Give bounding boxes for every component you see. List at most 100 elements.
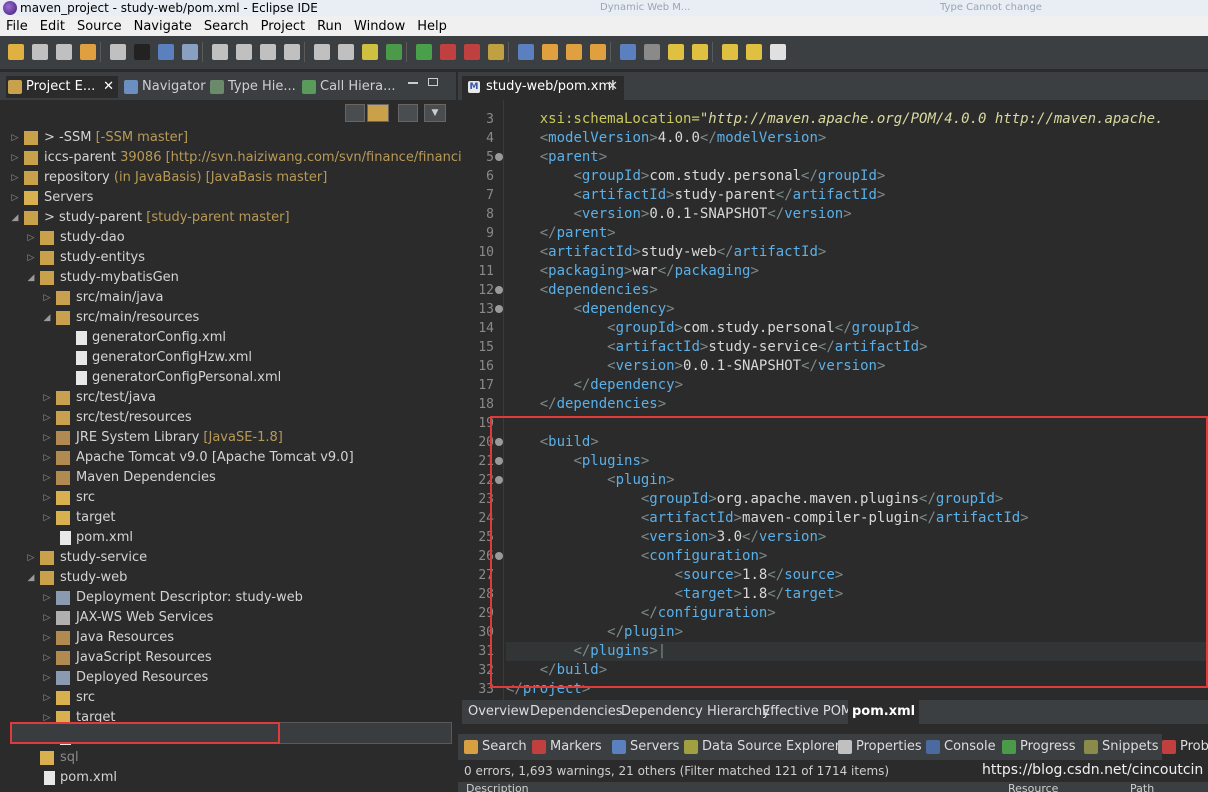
toolbar-button-26-icon[interactable] — [644, 44, 660, 60]
toolbar-button-22-icon[interactable] — [542, 44, 558, 60]
collapse-arrow-icon[interactable]: ◢ — [26, 268, 36, 288]
expand-arrow-icon[interactable]: ▷ — [42, 408, 52, 428]
tab-data-source-explorer[interactable]: Data Source Explorer — [684, 734, 840, 760]
toolbar-button-16-icon[interactable] — [386, 44, 402, 60]
tree-item[interactable]: ▷ src/test/java — [0, 388, 456, 408]
expand-arrow-icon[interactable]: ▷ — [42, 448, 52, 468]
fold-toggle-icon[interactable] — [495, 286, 503, 294]
tab-snippets[interactable]: Snippets — [1084, 734, 1158, 760]
expand-arrow-icon[interactable]: ▷ — [42, 628, 52, 648]
tree-item[interactable]: ▷ src — [0, 688, 456, 708]
menu-source[interactable]: Source — [71, 16, 128, 36]
toolbar-button-17-icon[interactable] — [416, 44, 432, 60]
expand-arrow-icon[interactable]: ▷ — [10, 128, 20, 148]
toolbar-button-20-icon[interactable] — [488, 44, 504, 60]
toolbar-button-9-icon[interactable] — [212, 44, 228, 60]
menu-edit[interactable]: Edit — [34, 16, 71, 36]
menu-search[interactable]: Search — [198, 16, 255, 36]
tree-item[interactable]: ▷ > -SSM [-SSM master] — [0, 128, 456, 148]
toolbar-button-8-icon[interactable] — [182, 44, 198, 60]
fold-toggle-icon[interactable] — [495, 305, 503, 313]
tab-dependency-hierarchy[interactable]: Dependency Hierarchy — [621, 700, 770, 724]
toolbar-button-27-icon[interactable] — [668, 44, 684, 60]
minimize-icon[interactable] — [408, 82, 418, 84]
toolbar-button-2-icon[interactable] — [32, 44, 48, 60]
tree-item[interactable]: ▷ Servers — [0, 188, 456, 208]
tab-problems[interactable]: Prob — [1162, 734, 1208, 760]
tree-item[interactable]: ▷ target — [0, 508, 456, 528]
tree-item[interactable]: pom.xml — [0, 768, 456, 788]
toolbar-button-7-icon[interactable] — [158, 44, 174, 60]
toolbar-button-24-icon[interactable] — [590, 44, 606, 60]
expand-arrow-icon[interactable]: ▷ — [42, 688, 52, 708]
tree-item[interactable]: ▷ JRE System Library [JavaSE-1.8] — [0, 428, 456, 448]
tab-navigator[interactable]: Navigator — [122, 76, 206, 98]
tree-item[interactable]: generatorConfigHzw.xml — [0, 348, 456, 368]
col-description[interactable]: Description — [466, 782, 529, 792]
tree-item[interactable]: sql — [0, 748, 456, 768]
expand-arrow-icon[interactable]: ▷ — [42, 428, 52, 448]
tree-item[interactable]: ▷ repository (in JavaBasis) [JavaBasis ma… — [0, 168, 456, 188]
tab-search[interactable]: Search — [464, 734, 527, 760]
tree-item[interactable]: ◢ study-mybatisGen — [0, 268, 456, 288]
tab-markers[interactable]: Markers — [532, 734, 602, 760]
tab-progress[interactable]: Progress — [1002, 734, 1075, 760]
collapse-all-icon[interactable] — [345, 104, 365, 122]
menu-help[interactable]: Help — [411, 16, 453, 36]
expand-arrow-icon[interactable]: ▷ — [42, 288, 52, 308]
tree-item[interactable]: ▷ iccs-parent 39086 [http://svn.haiziwang… — [0, 148, 495, 168]
tab-overview[interactable]: Overview — [468, 700, 529, 724]
expand-arrow-icon[interactable]: ▷ — [42, 608, 52, 628]
tab-type-hierarchy[interactable]: Type Hie... — [208, 76, 296, 98]
toolbar-button-13-icon[interactable] — [314, 44, 330, 60]
tree-item[interactable]: ▷ Apache Tomcat v9.0 [Apache Tomcat v9.0] — [0, 448, 456, 468]
tab-call-hierarchy[interactable]: Call Hiera... — [300, 76, 396, 98]
toolbar-button-12-icon[interactable] — [284, 44, 300, 60]
expand-arrow-icon[interactable]: ▷ — [42, 488, 52, 508]
tree-item[interactable]: ▷ Maven Dependencies — [0, 468, 456, 488]
toolbar-button-23-icon[interactable] — [566, 44, 582, 60]
fold-toggle-icon[interactable] — [495, 153, 503, 161]
maximize-icon[interactable] — [428, 78, 438, 86]
menu-run[interactable]: Run — [311, 16, 348, 36]
toolbar-button-15-icon[interactable] — [362, 44, 378, 60]
toolbar-button-18-icon[interactable] — [440, 44, 456, 60]
toolbar-button-4-icon[interactable] — [80, 44, 96, 60]
toolbar-button-10-icon[interactable] — [236, 44, 252, 60]
menu-file[interactable]: File — [0, 16, 34, 36]
tree-item[interactable]: generatorConfigPersonal.xml — [0, 368, 456, 388]
expand-arrow-icon[interactable]: ▷ — [10, 188, 20, 208]
toolbar-button-21-icon[interactable] — [518, 44, 534, 60]
tree-item[interactable]: ▷ JavaScript Resources — [0, 648, 456, 668]
expand-arrow-icon[interactable]: ▷ — [26, 548, 36, 568]
tree-item[interactable]: ▷ Java Resources — [0, 628, 456, 648]
collapse-arrow-icon[interactable]: ◢ — [42, 308, 52, 328]
tab-properties[interactable]: Properties — [838, 734, 922, 760]
toolbar-button-6-icon[interactable] — [134, 44, 150, 60]
expand-arrow-icon[interactable]: ▷ — [42, 668, 52, 688]
collapse-arrow-icon[interactable]: ◢ — [10, 208, 20, 228]
tree-item[interactable]: ◢ src/main/resources — [0, 308, 456, 328]
toolbar-button-5-icon[interactable] — [110, 44, 126, 60]
col-resource[interactable]: Resource — [1008, 782, 1058, 792]
tab-project-explorer[interactable]: Project E... ✕ — [6, 76, 118, 98]
tree-item[interactable]: ▷ JAX-WS Web Services — [0, 608, 456, 628]
menu-window[interactable]: Window — [348, 16, 411, 36]
tree-item[interactable]: ◢ study-web — [0, 568, 456, 588]
tree-item[interactable]: ▷ src — [0, 488, 456, 508]
link-with-editor-icon[interactable] — [367, 104, 389, 122]
close-icon[interactable]: ✕ — [607, 76, 618, 98]
filter-icon[interactable] — [398, 104, 418, 122]
menu-navigate[interactable]: Navigate — [128, 16, 198, 36]
toolbar-button-14-icon[interactable] — [338, 44, 354, 60]
expand-arrow-icon[interactable]: ▷ — [26, 228, 36, 248]
toolbar-button-31-icon[interactable] — [770, 44, 786, 60]
expand-arrow-icon[interactable]: ▷ — [10, 148, 20, 168]
tree-item[interactable]: ▷ study-entitys — [0, 248, 456, 268]
tree-item[interactable]: ▷ src/main/java — [0, 288, 456, 308]
tab-study-web-pom[interactable]: M study-web/pom.xml ✕ — [462, 76, 624, 100]
toolbar-button-19-icon[interactable] — [464, 44, 480, 60]
menu-project[interactable]: Project — [255, 16, 311, 36]
tree-item[interactable]: ◢ > study-parent [study-parent master] — [0, 208, 456, 228]
tab-effective-pom[interactable]: Effective POM — [762, 700, 852, 724]
